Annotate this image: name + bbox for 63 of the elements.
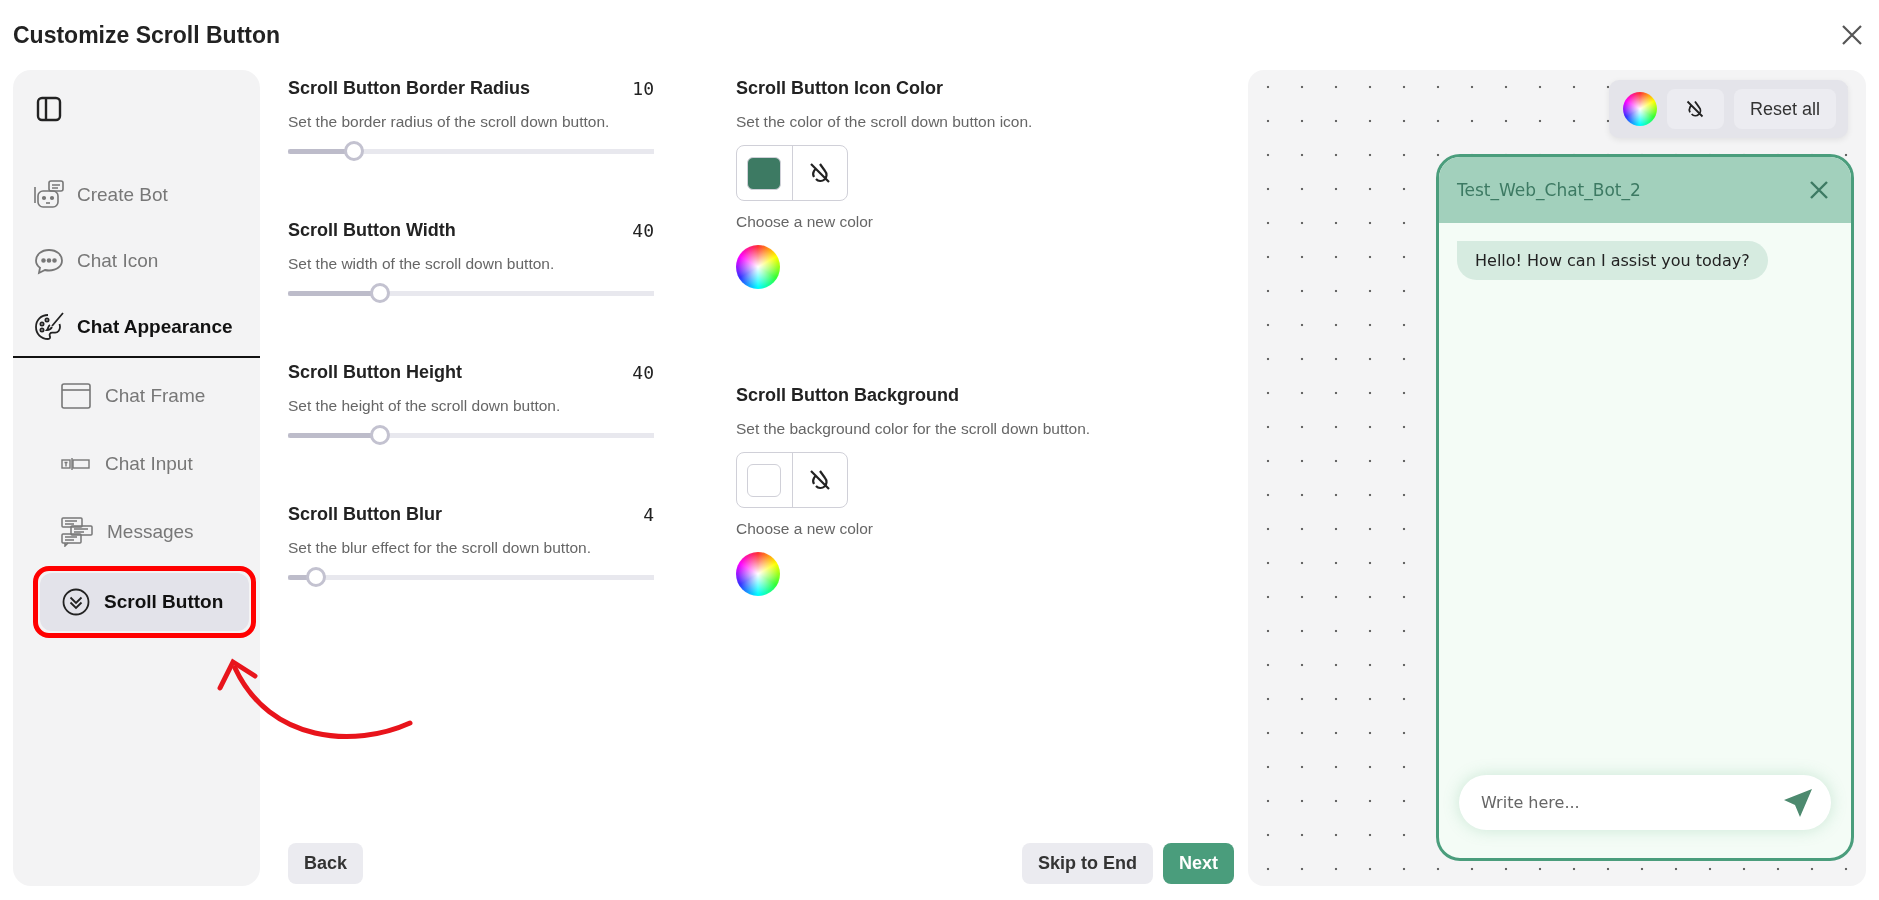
sidebar-item[interactable]: Chat Appearance — [13, 294, 260, 360]
slider-thumb[interactable] — [369, 425, 390, 445]
dialog-title: Customize Scroll Button — [13, 21, 281, 49]
slider-thumb[interactable] — [369, 283, 390, 303]
setting-title: Scroll Button Background — [736, 385, 960, 406]
sidebar-item-label: Chat Appearance — [77, 316, 233, 338]
sidebar-item-label: Chat Icon — [77, 250, 159, 272]
no-color-icon[interactable] — [807, 468, 832, 492]
setting-description: Set the width of the scroll down button. — [288, 255, 556, 273]
back-button[interactable]: Back — [288, 843, 364, 884]
setting-description: Set the height of the scroll down button. — [288, 397, 562, 415]
setting-title: Scroll Button Width — [288, 220, 456, 241]
sidebar-subitem[interactable]: Chat Input — [13, 430, 260, 498]
color-swatch[interactable] — [747, 463, 782, 497]
chat-input-bar[interactable]: Write here... — [1459, 775, 1831, 830]
chat-title: Test_Web_Chat_Bot_2 — [1457, 180, 1641, 200]
color-wheel-icon[interactable] — [736, 552, 780, 596]
palette-icon — [33, 311, 65, 343]
skip-button[interactable]: Skip to End — [1022, 843, 1153, 884]
sidebar-item-label: Messages — [107, 521, 194, 543]
sidebar-subitem[interactable]: Messages — [13, 498, 260, 566]
sidebar-subitem[interactable]: Scroll Button — [40, 573, 249, 631]
sidebar-subitem[interactable]: Chat Frame — [13, 362, 260, 430]
sidebar-item-label: Create Bot — [77, 184, 168, 206]
sidebar-item[interactable]: Create Bot — [13, 162, 260, 228]
close-icon[interactable] — [1841, 24, 1863, 46]
setting-title: Scroll Button Icon Color — [736, 78, 944, 99]
picker-label: Choose a new color — [736, 213, 874, 231]
slider-thumb[interactable] — [343, 141, 364, 161]
sidebar-item-label: Scroll Button — [104, 591, 224, 613]
setting-description: Set the border radius of the scroll down button. — [288, 113, 611, 131]
setting-description: Set the blur effect for the scroll down button. — [288, 539, 592, 557]
text-field-icon — [61, 456, 91, 472]
setting-description: Set the color of the scroll down button icon. — [736, 113, 1034, 131]
no-color-icon — [1685, 99, 1706, 119]
setting-title: Scroll Button Blur — [288, 504, 442, 525]
sidebar-item-label: Chat Input — [105, 453, 193, 475]
sidebar-toggle-icon[interactable] — [36, 96, 62, 122]
no-color-icon[interactable] — [807, 161, 832, 185]
slider-thumb[interactable] — [306, 567, 327, 587]
sidebar-item-label: Chat Frame — [105, 385, 206, 407]
sidebar-item[interactable]: Chat Icon — [13, 228, 260, 294]
message-input[interactable]: Write here... — [1479, 792, 1783, 813]
picker-label: Choose a new color — [736, 520, 874, 538]
setting-title: Scroll Button Border Radius — [288, 78, 530, 99]
next-button[interactable]: Next — [1163, 843, 1234, 884]
double-chevron-down-icon — [62, 588, 90, 616]
setting-value: 10 — [632, 78, 654, 99]
color-wheel-icon[interactable] — [1622, 92, 1657, 126]
send-icon[interactable] — [1783, 787, 1813, 818]
color-swatch[interactable] — [747, 156, 782, 190]
reset-button[interactable]: Reset all — [1733, 89, 1836, 129]
no-color-button[interactable] — [1666, 89, 1724, 129]
robot-icon — [33, 179, 65, 211]
setting-description: Set the background color for the scroll down button. — [736, 420, 1091, 438]
setting-value: 40 — [632, 220, 654, 241]
setting-value: 4 — [643, 504, 654, 525]
setting-value: 40 — [632, 362, 654, 383]
window-icon — [61, 382, 91, 410]
setting-title: Scroll Button Height — [288, 362, 462, 383]
messages-icon — [61, 517, 93, 547]
color-wheel-icon[interactable] — [736, 245, 780, 289]
chat-message: Hello! How can I assist you today? — [1457, 241, 1768, 280]
